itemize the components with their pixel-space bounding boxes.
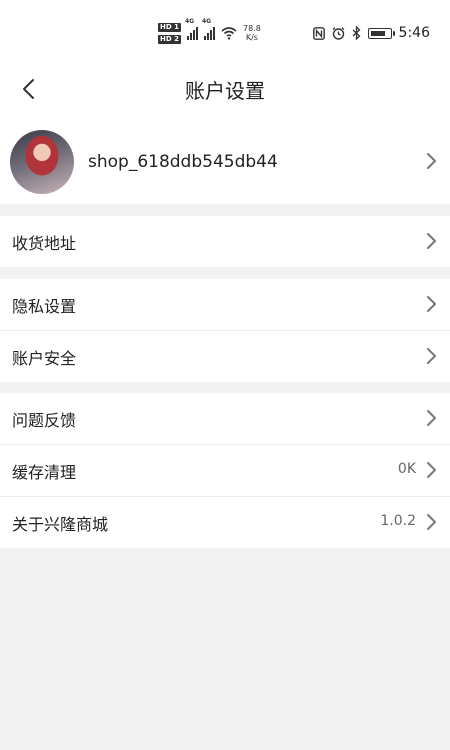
- row-privacy-settings[interactable]: 隐私设置: [0, 279, 450, 330]
- chevron-right-icon: [427, 153, 436, 169]
- row-about[interactable]: 关于兴隆商城 1.0.2: [0, 496, 450, 548]
- profile-row[interactable]: shop_618ddb545db44: [0, 116, 450, 204]
- settings-group-address: 收货地址: [0, 216, 450, 267]
- alarm-icon: [332, 26, 344, 40]
- chevron-right-icon: [427, 514, 436, 530]
- avatar: [10, 130, 74, 194]
- signal-sim1-icon: 4G: [185, 18, 198, 40]
- hd1-badge: HD 1: [158, 22, 181, 32]
- network-speed: 78.8 K/s: [243, 24, 261, 42]
- chevron-right-icon: [427, 410, 436, 426]
- username: shop_618ddb545db44: [88, 152, 278, 172]
- row-label: 缓存清理: [12, 463, 77, 482]
- settings-group-privacy: 隐私设置 账户安全: [0, 279, 450, 382]
- status-right: 5:46: [312, 22, 430, 44]
- chevron-right-icon: [427, 348, 436, 364]
- page-title: 账户设置: [185, 79, 265, 103]
- chevron-right-icon: [427, 462, 436, 478]
- row-label: 账户安全: [12, 349, 77, 368]
- chevron-right-icon: [427, 296, 436, 312]
- row-label: 关于兴隆商城: [12, 515, 109, 534]
- network-speed-unit: K/s: [245, 33, 258, 42]
- battery-icon: [367, 27, 395, 39]
- hd2-badge: HD 2: [158, 34, 181, 44]
- clock: 5:46: [398, 25, 430, 41]
- status-bar: HD 1 HD 2 4G 4G 78.8 K/s 5:46: [0, 0, 450, 62]
- status-left: HD 1 HD 2 4G 4G 78.8 K/s: [158, 18, 261, 48]
- app-version: 1.0.2: [380, 513, 416, 529]
- row-label: 问题反馈: [12, 411, 77, 430]
- row-feedback[interactable]: 问题反馈: [0, 393, 450, 444]
- row-label: 收货地址: [12, 234, 77, 253]
- bluetooth-icon: [352, 26, 360, 40]
- wifi-icon: [221, 27, 237, 40]
- signal-sim2-icon: 4G: [202, 18, 215, 40]
- network-speed-value: 78.8: [242, 24, 261, 33]
- hd-indicators: HD 1 HD 2: [158, 22, 181, 44]
- nfc-icon: [312, 26, 325, 40]
- row-label: 隐私设置: [12, 297, 77, 316]
- row-account-security[interactable]: 账户安全: [0, 330, 450, 382]
- cache-size: 0K: [397, 461, 416, 477]
- chevron-right-icon: [427, 233, 436, 249]
- settings-group-misc: 问题反馈 缓存清理 0K 关于兴隆商城 1.0.2: [0, 393, 450, 548]
- row-shipping-address[interactable]: 收货地址: [0, 216, 450, 267]
- row-clear-cache[interactable]: 缓存清理 0K: [0, 444, 450, 496]
- title-bar: 账户设置: [0, 62, 450, 116]
